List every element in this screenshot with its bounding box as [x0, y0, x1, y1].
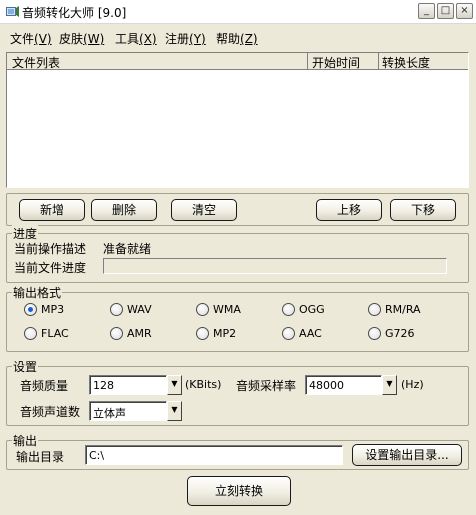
format-amr-label[interactable]: AMR	[127, 327, 152, 340]
format-rmra-radio[interactable]	[368, 303, 381, 316]
format-wav-radio[interactable]	[110, 303, 123, 316]
file-progress-bar	[103, 258, 447, 274]
format-flac-label[interactable]: FLAC	[41, 327, 69, 340]
window-title: 音频转化大师 [9.0]	[22, 6, 127, 20]
menu-help-label: 帮助	[216, 32, 241, 46]
audio-channels-label: 音频声道数	[20, 405, 81, 419]
column-convert-length[interactable]: 转换长度	[382, 54, 430, 71]
app-icon	[6, 5, 20, 18]
audio-quality-select[interactable]: 128	[89, 375, 167, 395]
sample-rate-dropdown-icon[interactable]: ▼	[382, 375, 397, 395]
current-operation-value: 准备就绪	[103, 242, 152, 256]
maximize-button[interactable]: □	[437, 3, 454, 19]
format-wma-label[interactable]: WMA	[213, 303, 241, 316]
sample-rate-select[interactable]: 48000	[305, 375, 382, 395]
menu-help[interactable]: 帮助(Z)	[216, 30, 258, 47]
close-button[interactable]: ×	[456, 3, 473, 19]
format-aac-radio[interactable]	[282, 327, 295, 340]
menu-register-key: (Y)	[189, 32, 206, 46]
column-start-time[interactable]: 开始时间	[312, 54, 360, 71]
format-ogg-radio[interactable]	[282, 303, 295, 316]
format-mp3-radio[interactable]	[24, 303, 37, 316]
format-wma-radio[interactable]	[196, 303, 209, 316]
format-g726-label[interactable]: G726	[385, 327, 415, 340]
format-aac-label[interactable]: AAC	[299, 327, 322, 340]
menu-skin[interactable]: 皮肤(W)	[59, 30, 104, 47]
menu-tools-key: (X)	[139, 32, 157, 46]
current-operation-label: 当前操作描述	[14, 242, 87, 256]
output-title: 输出	[12, 432, 39, 449]
menu-file-label: 文件	[10, 32, 35, 46]
add-button[interactable]: 新增	[19, 199, 85, 221]
menu-skin-key: (W)	[83, 32, 105, 46]
format-rmra-label[interactable]: RM/RA	[385, 303, 421, 316]
output-format-title: 输出格式	[12, 284, 63, 301]
menu-register-label: 注册	[165, 32, 190, 46]
set-output-dir-button[interactable]: 设置输出目录...	[352, 444, 462, 466]
audio-channels-select[interactable]: 立体声	[89, 401, 167, 421]
audio-channels-dropdown-icon[interactable]: ▼	[167, 401, 182, 421]
menu-file-key: (V)	[34, 32, 52, 46]
sample-rate-unit: (Hz)	[401, 378, 424, 391]
file-list[interactable]: 文件列表 开始时间 转换长度	[6, 52, 469, 188]
delete-button[interactable]: 删除	[91, 199, 157, 221]
menu-tools[interactable]: 工具(X)	[115, 30, 157, 47]
format-flac-radio[interactable]	[24, 327, 37, 340]
format-mp3-label[interactable]: MP3	[41, 303, 64, 316]
format-mp2-label[interactable]: MP2	[213, 327, 236, 340]
settings-title: 设置	[12, 358, 39, 375]
format-wav-label[interactable]: WAV	[127, 303, 152, 316]
menu-tools-label: 工具	[115, 32, 140, 46]
menu-help-key: (Z)	[240, 32, 258, 46]
minimize-button[interactable]: _	[418, 3, 435, 19]
audio-quality-dropdown-icon[interactable]: ▼	[167, 375, 182, 395]
output-format-group	[6, 292, 469, 352]
format-mp2-radio[interactable]	[196, 327, 209, 340]
move-up-button[interactable]: 上移	[316, 199, 382, 221]
column-file-list[interactable]: 文件列表	[12, 54, 60, 71]
menu-file[interactable]: 文件(V)	[10, 30, 52, 47]
convert-now-button[interactable]: 立刻转换	[187, 476, 291, 506]
sample-rate-label: 音频采样率	[236, 379, 297, 393]
column-divider	[307, 53, 308, 70]
move-down-button[interactable]: 下移	[390, 199, 456, 221]
current-file-progress-label: 当前文件进度	[14, 261, 87, 275]
menu-skin-label: 皮肤	[59, 32, 84, 46]
audio-quality-label: 音频质量	[20, 379, 69, 393]
format-amr-radio[interactable]	[110, 327, 123, 340]
output-dir-label: 输出目录	[16, 450, 65, 464]
format-g726-radio[interactable]	[368, 327, 381, 340]
output-dir-input[interactable]: C:\	[85, 445, 343, 465]
format-ogg-label[interactable]: OGG	[299, 303, 325, 316]
clear-button[interactable]: 清空	[171, 199, 237, 221]
menu-register[interactable]: 注册(Y)	[165, 30, 206, 47]
audio-quality-unit: (KBits)	[185, 378, 222, 391]
column-divider	[378, 53, 379, 70]
